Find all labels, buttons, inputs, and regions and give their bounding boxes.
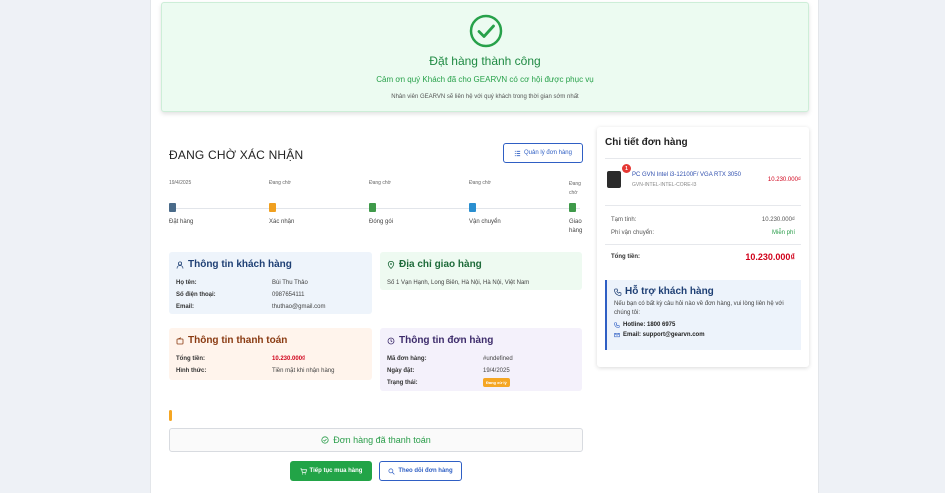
customer-email: thuthao@gmail.com [272, 304, 326, 310]
step-label: Vận chuyển [469, 219, 501, 225]
clock-icon [387, 337, 395, 344]
customer-info-card: Thông tin khách hàng Họ tên: Bùi Thu Thảo… [169, 252, 372, 314]
subtotal-row: Tạm tính: 10.230.000₫ [611, 217, 795, 223]
track-order-button[interactable]: Theo dõi đơn hàng [379, 461, 462, 481]
total-row: Tổng tiền: 10.230.000₫ [611, 252, 795, 262]
method-label: Hình thức: [176, 368, 207, 374]
total-label: Tổng tiền: [176, 356, 205, 362]
customer-name: Bùi Thu Thảo [272, 280, 308, 286]
quantity-badge: 1 [622, 164, 631, 173]
step-label: Đóng gói [369, 219, 394, 225]
subtotal-label: Tạm tính: [611, 217, 637, 223]
customer-phone: 0987654111 [272, 292, 305, 298]
success-note: Nhân viên GEARVN sẽ liên hệ với quý khác… [391, 94, 579, 100]
email-label: Email: [176, 304, 195, 310]
paid-banner: Đơn hàng đã thanh toán [169, 428, 583, 452]
manage-orders-label: Quản lý đơn hàng [524, 150, 572, 156]
order-detail-title: Chi tiết đơn hàng [605, 137, 688, 148]
shipping-label: Phí vận chuyển: [611, 230, 655, 236]
customer-support-box: Hỗ trợ khách hàng Nếu bạn có bất kỳ câu … [605, 280, 801, 350]
phone-icon [614, 322, 620, 328]
order-code-label: Mã đơn hàng: [387, 356, 427, 362]
shipping-row: Phí vận chuyển: Miễn phí [611, 230, 795, 236]
order-detail-panel: Chi tiết đơn hàng 1 PC GVN Intel i3-1210… [597, 127, 809, 367]
product-name[interactable]: PC GVN Intel i3-12100F/ VGA RTX 3050 [632, 172, 741, 178]
divider [605, 244, 801, 245]
order-status-label: Trạng thái: [387, 380, 418, 386]
step-date: Đang chờ [569, 181, 581, 196]
customer-info-title: Thông tin khách hàng [188, 259, 292, 270]
status-badge: Đang xử lý [483, 378, 510, 387]
step-date: Đang chờ [369, 180, 391, 186]
check-circle-icon [321, 436, 329, 444]
continue-shopping-label: Tiếp tục mua hàng [309, 468, 363, 474]
divider [605, 158, 801, 159]
check-circle-icon [469, 14, 503, 48]
order-code: #undefined [483, 356, 513, 362]
order-date: 19/4/2025 [483, 368, 510, 374]
step-label: Giao hàng [569, 219, 583, 234]
order-status-panel: ĐANG CHỜ XÁC NHẬN Quản lý đơn hàng 19/4/… [161, 128, 590, 493]
track-order-label: Theo dõi đơn hàng [398, 468, 453, 474]
success-banner: Đặt hàng thành công Cảm ơn quý Khách đã … [161, 2, 809, 112]
product-image[interactable] [607, 171, 621, 188]
subtotal-value: 10.230.000₫ [761, 217, 795, 223]
success-title: Đặt hàng thành công [429, 54, 541, 68]
step-date: Đang chờ [469, 180, 491, 186]
support-hotline[interactable]: Hotline: 1800 6975 [623, 322, 675, 328]
progress-indicator [169, 410, 172, 421]
map-pin-icon [387, 260, 395, 269]
step-label: Đặt hàng [169, 219, 194, 225]
divider [605, 205, 801, 206]
phone-label: Số điện thoại: [176, 292, 216, 298]
payment-method: Tiền mặt khi nhận hàng [272, 368, 335, 374]
payment-total: 10.230.000₫ [272, 356, 306, 362]
cart-icon [299, 468, 307, 474]
name-label: Họ tên: [176, 280, 197, 286]
product-price: 10.230.000₫ [767, 177, 801, 183]
shipping-address-card: Địa chỉ giao hàng Số 1 Vạn Hạnh, Long Bi… [380, 252, 582, 290]
support-email[interactable]: Email: support@gearvn.com [623, 332, 705, 338]
step-date: Đang chờ [269, 180, 291, 186]
mail-icon [614, 333, 620, 338]
truck-icon [469, 203, 476, 212]
cart-icon [169, 203, 176, 212]
phone-icon [614, 288, 622, 296]
address-value: Số 1 Vạn Hạnh, Long Biên, Hà Nội, Hà Nội… [387, 280, 530, 286]
total-value: 10.230.000₫ [745, 252, 795, 262]
order-info-title: Thông tin đơn hàng [399, 335, 494, 346]
support-title: Hỗ trợ khách hàng [625, 286, 714, 297]
payment-info-card: Thông tin thanh toán Tổng tiền: 10.230.00… [169, 328, 372, 380]
check-icon [269, 203, 276, 212]
timeline-track [175, 208, 580, 209]
paid-banner-text: Đơn hàng đã thanh toán [333, 435, 431, 445]
success-subtitle: Cảm ơn quý Khách đã cho GEARVN có cơ hội… [376, 75, 594, 84]
status-title: ĐANG CHỜ XÁC NHẬN [169, 148, 304, 162]
support-desc: Nếu bạn có bất kỳ câu hỏi nào về đơn hàn… [614, 301, 784, 316]
step-label: Xác nhận [269, 219, 295, 225]
payment-title: Thông tin thanh toán [188, 335, 288, 346]
wallet-icon [176, 336, 184, 344]
home-icon [569, 203, 576, 212]
user-icon [176, 260, 184, 269]
search-icon [388, 468, 395, 475]
order-date-label: Ngày đặt: [387, 368, 415, 374]
manage-orders-button[interactable]: Quản lý đơn hàng [503, 143, 583, 163]
address-title: Địa chỉ giao hàng [399, 259, 482, 270]
continue-shopping-button[interactable]: Tiếp tục mua hàng [290, 461, 372, 481]
total-label: Tổng tiền: [611, 254, 640, 260]
product-sku: GVN-INTEL-INTEL-CORE-I3 [632, 182, 697, 188]
order-info-card: Thông tin đơn hàng Mã đơn hàng: #undefine… [380, 328, 582, 391]
list-icon [514, 150, 521, 156]
shipping-value: Miễn phí [771, 230, 795, 236]
step-date: 19/4/2025 [169, 180, 192, 186]
box-icon [369, 203, 376, 212]
